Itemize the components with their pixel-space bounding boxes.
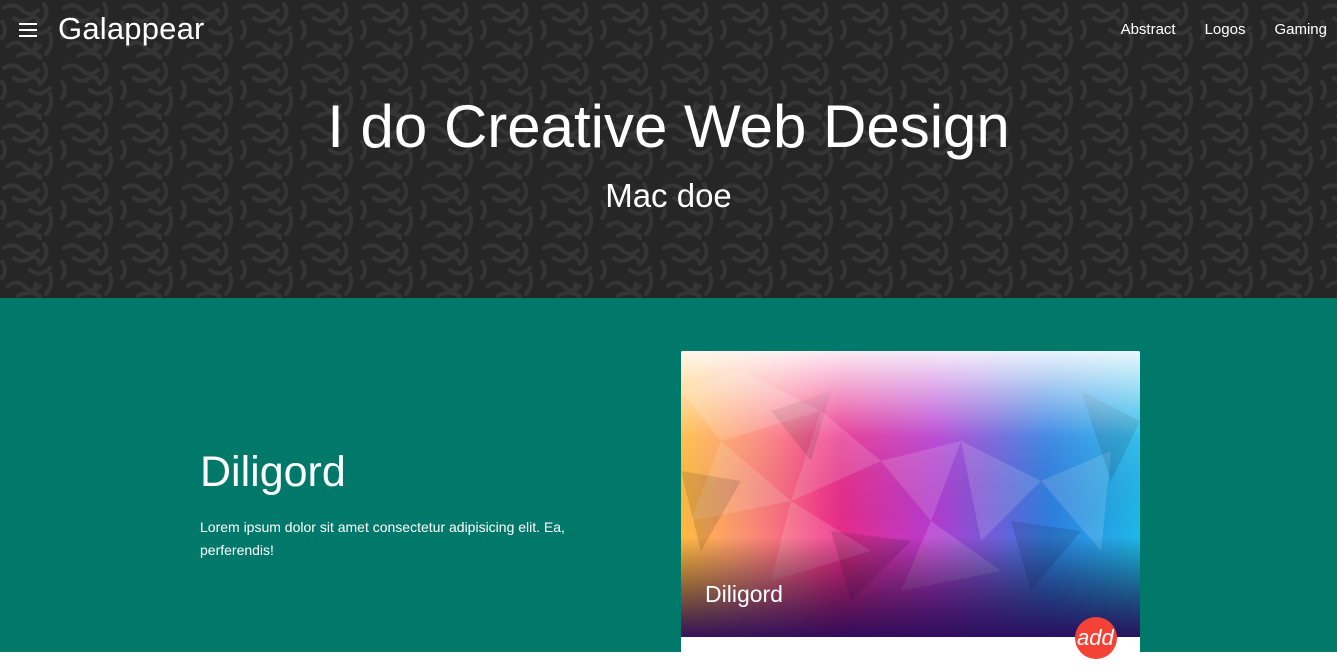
hero-title: I do Creative Web Design xyxy=(327,93,1010,160)
feature-section: Diligord Lorem ipsum dolor sit amet cons… xyxy=(0,298,1337,671)
nav-link-gaming[interactable]: Gaming xyxy=(1274,21,1327,38)
feature-description: Lorem ipsum dolor sit amet consectetur a… xyxy=(200,519,565,558)
card-title: Diligord xyxy=(705,581,783,607)
brand-logo[interactable]: Galappear xyxy=(58,11,205,47)
top-app-bar: Galappear Abstract Logos Gaming xyxy=(0,0,1337,60)
nav-link-abstract[interactable]: Abstract xyxy=(1121,21,1176,38)
menu-icon[interactable] xyxy=(15,17,41,43)
add-fab-button[interactable]: add xyxy=(1075,617,1117,659)
nav-link-logos[interactable]: Logos xyxy=(1205,21,1246,38)
main-nav: Abstract Logos Gaming xyxy=(1092,21,1327,38)
hero-section: Galappear Abstract Logos Gaming I do Cre… xyxy=(0,0,1337,298)
hero-subtitle: Mac doe xyxy=(605,177,732,214)
feature-title: Diligord xyxy=(200,448,346,496)
project-card[interactable]: Diligord add xyxy=(681,351,1140,671)
